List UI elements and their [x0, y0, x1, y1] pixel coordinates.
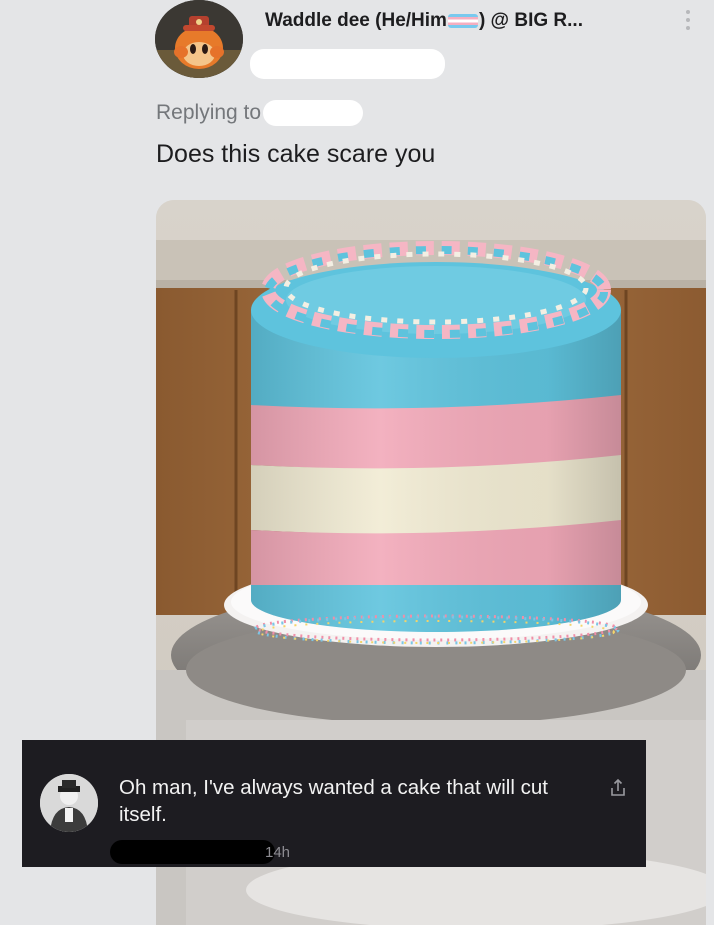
tweet-text: Does this cake scare you	[156, 140, 436, 168]
waddle-dee-icon	[155, 0, 243, 78]
display-name[interactable]: Waddle dee (He/Him ) @ BIG R...	[265, 10, 583, 32]
share-icon[interactable]	[608, 778, 628, 798]
comment-timestamp: 14h	[265, 844, 291, 861]
commenter-avatar[interactable]	[40, 774, 98, 832]
comment-card: Oh man, I've always wanted a cake that w…	[22, 740, 646, 867]
comment-text: Oh man, I've always wanted a cake that w…	[119, 776, 548, 826]
display-name-part2: ) @ BIG R...	[478, 10, 583, 31]
more-options-icon[interactable]	[682, 10, 694, 38]
transgender-flag-icon	[447, 13, 478, 28]
display-name-part1: Waddle dee (He/Him	[265, 10, 447, 31]
person-icon	[40, 774, 98, 832]
user-avatar[interactable]	[155, 0, 243, 78]
replying-redaction	[263, 100, 364, 126]
handle-redaction	[250, 49, 445, 79]
replying-to: Replying to	[156, 100, 364, 126]
commenter-name-redaction	[110, 840, 275, 864]
replying-label: Replying to	[156, 101, 262, 124]
tweet: Waddle dee (He/Him ) @ BIG R... Replying …	[0, 0, 714, 925]
